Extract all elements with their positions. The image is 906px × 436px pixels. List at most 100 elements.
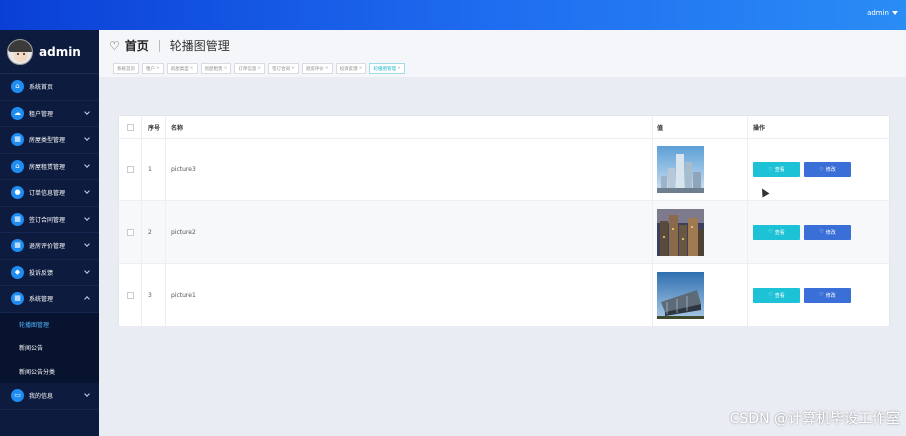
table-header-row: 序号 名称 值 操作 [119,116,889,139]
sidebar-item-house-rent[interactable]: ⌂ 房屋租赁管理 [0,154,99,180]
carousel-image-thumbnail [657,271,704,319]
close-icon[interactable]: × [257,66,261,71]
page-header: ♡ 首页 轮播图管理 系统首页 租户 × 房屋类型 × 房屋租赁 × 订单信息 × 签订… [99,30,906,77]
sidebar-item-checkout-review[interactable]: ▦ 退房评价管理 [0,233,99,260]
avatar [7,38,33,65]
tag-carousel[interactable]: 轮播图管理 × [369,63,405,74]
sidebar-item-label: 签订合同管理 [29,216,66,224]
view-button-label: 查看 [774,292,785,299]
close-icon[interactable]: × [325,66,329,71]
table-row: 1 picture3 ♡ 查看 ♡ 修改 [119,139,889,201]
tag-contract[interactable]: 签订合同 × [268,63,299,74]
watermark: CSDN @计算机毕设工作室 [729,411,900,427]
chevron-down-icon [84,188,90,194]
heart-icon: ♡ [819,292,824,298]
close-icon[interactable]: × [397,66,401,71]
edit-button-label: 修改 [825,229,836,236]
sidebar-item-contract[interactable]: ▦ 签订合同管理 [0,207,99,233]
close-icon[interactable]: × [156,66,160,71]
system-submenu: 轮播图管理 新闻公告 新闻公告分类 [0,312,99,384]
breadcrumb: ♡ 首页 轮播图管理 [109,37,230,54]
view-button[interactable]: ♡ 查看 [753,224,800,240]
view-button[interactable]: ♡ 查看 [753,287,800,303]
sidebar-menu: ⌂ 系统首页 ☁ 租户管理 ▦ 房屋类型管理 ⌂ 房屋租赁管理 ● 订单信息管理… [0,74,99,410]
sidebar-item-label: 租户管理 [29,110,54,118]
row-name: picture1 [166,264,653,326]
chevron-up-icon [84,296,90,302]
row-name: picture3 [166,139,653,200]
close-icon[interactable]: × [224,66,228,71]
row-checkbox[interactable] [126,228,134,236]
chevron-down-icon [84,391,90,397]
chevron-down-icon [84,135,90,141]
sidebar-subitem-carousel[interactable]: 轮播图管理 [0,313,99,337]
tag-label: 房屋类型 [170,66,189,72]
sidebar-item-label: 房屋类型管理 [29,137,66,145]
sidebar-item-house-type[interactable]: ▦ 房屋类型管理 [0,127,99,154]
carousel-table: 序号 名称 值 操作 1 picture3 ♡ 查看 ♡ 修改 2 pictur… [118,115,890,326]
view-button[interactable]: ♡ 查看 [753,162,800,177]
sidebar-item-tenant[interactable]: ☁ 租户管理 [0,101,99,127]
tag-tenant[interactable]: 租户 × [142,63,164,74]
tag-house-type[interactable]: 房屋类型 × [166,63,198,74]
edit-button-label: 修改 [825,167,836,173]
tag-orders[interactable]: 订单信息 × [234,63,266,74]
close-icon[interactable]: × [190,66,194,71]
edit-button[interactable]: ♡ 修改 [804,287,851,303]
chevron-down-icon [84,161,90,168]
tag-label: 租户 [146,66,155,72]
card-icon: ▭ [11,389,24,403]
tag-house-rent[interactable]: 房屋租赁 × [200,63,232,74]
row-checkbox[interactable] [126,291,134,299]
page-title: 轮播图管理 [169,39,230,53]
chevron-down-icon [84,267,90,274]
table-row: 3 picture1 ♡ 查看 ♡ 修改 [119,264,889,326]
breadcrumb-separator [158,39,160,52]
tag-home[interactable]: 系统首页 [113,63,139,74]
tag-label: 房屋租赁 [204,66,223,72]
close-icon[interactable]: × [291,66,295,71]
shield-icon: ◆ [11,265,24,279]
tag-label: 订单信息 [238,66,257,72]
grid-icon: ▦ [11,212,24,226]
sidebar-item-label: 房屋租赁管理 [29,163,66,171]
breadcrumb-home[interactable]: 首页 [125,37,149,54]
heart-icon: ♡ [819,229,824,235]
row-index: 2 [142,201,166,263]
row-checkbox[interactable] [126,166,134,173]
tag-label: 轮播图管理 [373,66,396,72]
user-menu[interactable]: admin [867,9,898,17]
top-bar: admin [0,0,906,30]
grid-icon: ▦ [11,133,24,147]
user-menu-label: admin [867,9,889,17]
column-header-index: 序号 [142,116,166,138]
close-icon[interactable]: × [359,66,363,71]
chevron-down-icon [84,241,90,247]
sidebar-subitem-news-category[interactable]: 新闻公告分类 [0,360,99,384]
tag-label: 投诉反馈 [339,66,358,72]
column-header-value: 值 [653,116,748,138]
grid-icon: ▦ [11,239,24,253]
chevron-down-icon [84,108,90,115]
sidebar-item-system[interactable]: ▦ 系统管理 [0,286,99,313]
sidebar-item-profile[interactable]: ▭ 我的信息 [0,383,99,410]
house-icon: ⌂ [11,159,24,173]
tag-checkout-review[interactable]: 退房评价 × [301,63,333,74]
sidebar-subitem-news[interactable]: 新闻公告 [0,336,99,360]
sidebar-item-orders[interactable]: ● 订单信息管理 [0,180,99,207]
heart-icon: ♡ [768,229,773,235]
tags-view: 系统首页 租户 × 房屋类型 × 房屋租赁 × 订单信息 × 签订合同 × 退房评价 × 投… [113,63,405,74]
select-all-checkbox[interactable] [126,123,134,131]
row-name: picture2 [166,201,653,263]
heart-icon: ♡ [819,166,824,173]
caret-down-icon [892,11,898,15]
tag-label: 退房评价 [305,66,324,72]
edit-button[interactable]: ♡ 修改 [804,162,851,177]
heart-icon: ♡ [768,292,773,298]
view-button-label: 查看 [774,167,785,173]
sidebar-item-complaints[interactable]: ◆ 投诉反馈 [0,260,99,286]
edit-button[interactable]: ♡ 修改 [804,224,851,240]
sidebar-item-home[interactable]: ⌂ 系统首页 [0,74,99,101]
tag-complaints[interactable]: 投诉反馈 × [335,63,367,74]
brand-name: admin [39,44,81,59]
